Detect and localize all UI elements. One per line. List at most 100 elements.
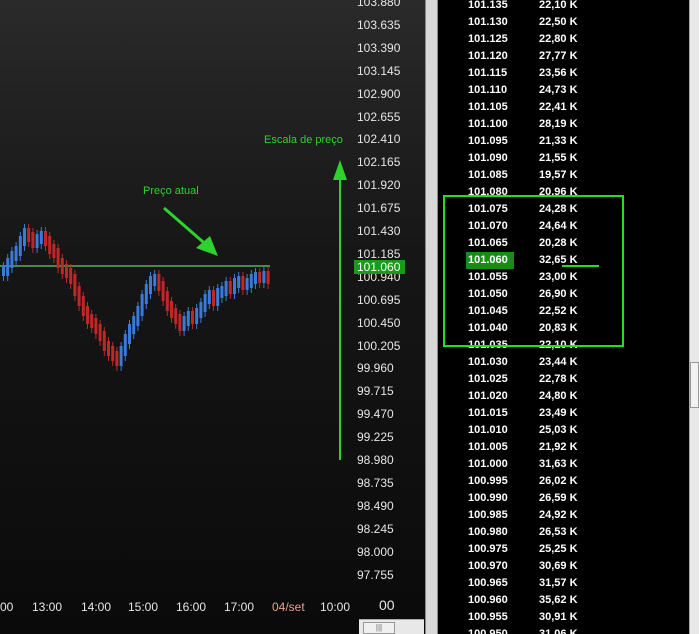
order-book-row[interactable]: 101.135 22,10 K (438, 0, 689, 14)
vertical-scroll-thumb[interactable] (690, 362, 699, 408)
price-tick-label: 100.695 (357, 292, 401, 307)
price-chart-panel[interactable]: Escala de preço Preço atual 103.880 103.6… (0, 0, 425, 634)
order-book-row[interactable]: 100.975 25,25 K (438, 541, 689, 558)
order-book-row[interactable]: 101.085 19,57 K (438, 167, 689, 184)
order-book-volume: 26,59 K (539, 492, 578, 504)
candle-body (157, 274, 161, 291)
vertical-scrollbar[interactable] (689, 0, 699, 634)
order-book-row[interactable]: 101.110 24,73 K (438, 82, 689, 99)
time-tick-label: 16:00 (176, 600, 207, 614)
candle-body (266, 271, 270, 284)
candle-body (81, 296, 85, 316)
price-tick-label: 98.735 (357, 475, 394, 490)
order-book-row[interactable]: 101.090 21,55 K (438, 150, 689, 167)
order-book-price: 100.970 (468, 560, 508, 572)
panel-splitter[interactable] (425, 0, 438, 634)
candle-body (65, 264, 68, 278)
candle-body (52, 244, 56, 258)
candle-body (73, 274, 77, 296)
candle-body (182, 316, 186, 331)
order-book-row[interactable]: 101.125 22,80 K (438, 31, 689, 48)
current-price-tag: 101.060 (354, 260, 405, 274)
horizontal-scrollbar[interactable]: ||| (359, 619, 424, 634)
candles-group (2, 224, 270, 371)
candle-body (77, 286, 81, 306)
candle-body (241, 276, 245, 290)
order-book-row[interactable]: 100.955 30,91 K (438, 609, 689, 626)
candle-body (27, 228, 31, 242)
order-book-row[interactable]: 100.985 24,92 K (438, 507, 689, 524)
candle-body (132, 316, 136, 334)
order-book-row[interactable]: 100.965 31,57 K (438, 575, 689, 592)
order-book-volume: 22,78 K (539, 373, 578, 385)
candle-body (178, 314, 182, 331)
order-book-row[interactable]: 100.980 26,53 K (438, 524, 689, 541)
price-tick-label: 100.205 (357, 338, 401, 353)
order-book-row[interactable]: 101.100 28,19 K (438, 116, 689, 133)
order-book-row[interactable]: 101.030 23,44 K (438, 354, 689, 371)
price-tick-label: 97.755 (357, 567, 394, 582)
price-tick-label: 98.245 (357, 521, 394, 536)
order-book-price: 101.015 (468, 407, 508, 419)
order-book-volume: 35,62 K (539, 594, 578, 606)
candle-body (144, 284, 148, 304)
price-scale-annotation: Escala de preço (264, 134, 343, 146)
order-book-row[interactable]: 101.010 25,03 K (438, 422, 689, 439)
order-book-row[interactable]: 101.105 22,41 K (438, 99, 689, 116)
price-tick-label: 102.410 (357, 132, 401, 147)
time-tick-label: 13:00 (32, 600, 63, 614)
candle-body (140, 294, 144, 316)
price-tick-label: 101.185 (357, 246, 401, 261)
order-book-row[interactable]: 100.990 26,59 K (438, 490, 689, 507)
candle-body (60, 258, 64, 274)
candle-body (153, 274, 157, 286)
order-book-price: 101.010 (468, 424, 508, 436)
order-book-row[interactable]: 101.025 22,78 K (438, 371, 689, 388)
order-book-volume: 22,80 K (539, 33, 578, 45)
order-book-volume: 24,80 K (539, 390, 578, 402)
order-book-panel[interactable]: 101.135 22,10 K 101.130 22,50 K 101.125 22,80… (438, 0, 689, 634)
order-book-price: 101.130 (468, 16, 508, 28)
order-book-row[interactable]: 101.015 23,49 K (438, 405, 689, 422)
time-axis-corner-label: 00 (379, 597, 395, 613)
order-book-current-marker (562, 265, 599, 267)
order-book-volume: 23,49 K (539, 407, 578, 419)
price-tick-label: 99.715 (357, 384, 394, 399)
time-tick-label: 14:00 (81, 600, 112, 614)
order-book-row[interactable]: 101.095 21,33 K (438, 133, 689, 150)
candle-body (86, 306, 89, 324)
candle-body (6, 258, 10, 276)
candle-body (224, 281, 228, 296)
order-book-volume: 31,57 K (539, 577, 578, 589)
order-book-row[interactable]: 100.950 31,06 K (438, 626, 689, 634)
candle-body (48, 236, 52, 254)
order-book-price: 101.105 (468, 101, 508, 113)
price-tick-label: 98.490 (357, 498, 394, 513)
time-tick-label: 10:00 (320, 600, 351, 614)
order-book-price: 100.955 (468, 611, 508, 623)
order-book-row[interactable]: 100.995 26,02 K (438, 473, 689, 490)
candle-body (23, 228, 26, 246)
candle-body (39, 231, 43, 244)
order-book-price: 101.085 (468, 169, 508, 181)
horizontal-scroll-thumb[interactable]: ||| (363, 622, 395, 634)
candle-body (14, 246, 18, 261)
order-book-row[interactable]: 101.000 31,63 K (438, 456, 689, 473)
price-tick-label: 100.450 (357, 315, 401, 330)
order-book-row[interactable]: 100.970 30,69 K (438, 558, 689, 575)
current-price-annotation: Preço atual (143, 185, 199, 197)
order-book-row[interactable]: 101.130 22,50 K (438, 14, 689, 31)
order-book-row[interactable]: 100.960 35,62 K (438, 592, 689, 609)
order-book-price: 101.110 (468, 84, 508, 96)
order-book-row[interactable]: 101.020 24,80 K (438, 388, 689, 405)
price-tick-label: 102.165 (357, 155, 401, 170)
order-book-row[interactable]: 101.005 21,92 K (438, 439, 689, 456)
order-book-row[interactable]: 101.115 23,56 K (438, 65, 689, 82)
candle-body (203, 294, 207, 312)
price-tick-label: 98.000 (357, 544, 394, 559)
order-book-price: 101.005 (468, 441, 508, 453)
candle-body (165, 291, 169, 311)
order-book-row[interactable]: 101.120 27,77 K (438, 48, 689, 65)
candle-body (237, 276, 241, 288)
order-book-price: 101.030 (468, 356, 508, 368)
